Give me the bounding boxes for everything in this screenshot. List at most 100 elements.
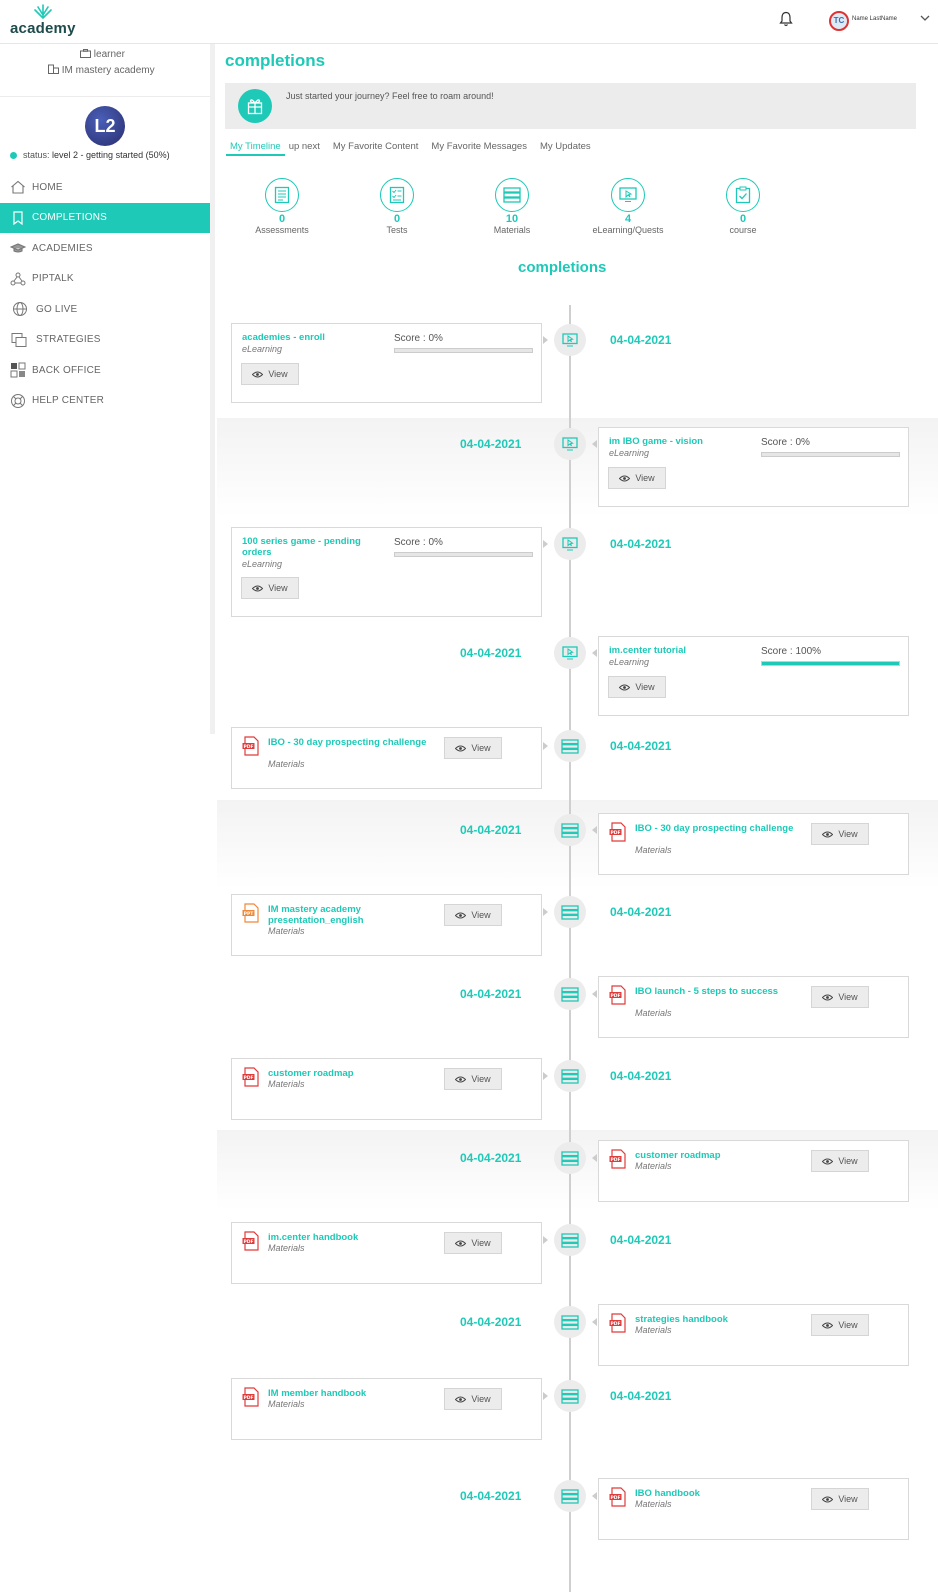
pdf-file-icon: PDF	[242, 736, 259, 756]
view-button[interactable]: View	[608, 676, 666, 698]
academy-logo[interactable]: academy	[10, 3, 76, 39]
timeline-date: 04-04-2021	[610, 333, 672, 347]
sidebar-item-help-center[interactable]: HELP CENTER	[0, 386, 210, 417]
view-button[interactable]: View	[444, 1068, 502, 1090]
stat-elearning-quests[interactable]: 4 eLearning/Quests	[585, 178, 671, 235]
sidebar-item-strategies[interactable]: STRATEGIES	[0, 325, 210, 356]
sidebar: learner IM mastery academy L2 status: le…	[0, 44, 215, 734]
timeline-date: 04-04-2021	[460, 1151, 522, 1165]
material-card: PDF IBO - 30 day prospecting challenge Mat…	[231, 727, 542, 789]
timeline-tabs: My Timeline up next My Favorite Content …	[226, 141, 595, 157]
materials-node	[554, 978, 586, 1010]
view-button[interactable]: View	[811, 1488, 869, 1510]
tab-up-next[interactable]: up next	[285, 141, 324, 156]
card-title[interactable]: 100 series game - pending orders	[242, 536, 382, 558]
eye-icon	[822, 1322, 834, 1328]
elearning-node	[554, 324, 586, 356]
stat-label: course	[729, 225, 757, 235]
view-button[interactable]: View	[241, 363, 299, 385]
material-card: PDF IM member handbook Materials View	[231, 1378, 542, 1440]
card-title[interactable]: customer roadmap	[635, 1150, 805, 1162]
view-button[interactable]: View	[811, 1150, 869, 1172]
server-stack-icon	[561, 1150, 579, 1166]
eye-icon	[619, 475, 631, 481]
card-title[interactable]: im.center handbook	[268, 1232, 438, 1244]
pdf-file-icon: PDF	[609, 1487, 626, 1507]
stat-assessments[interactable]: 0 Assessments	[246, 178, 318, 235]
view-button[interactable]: View	[444, 1232, 502, 1254]
view-button[interactable]: View	[811, 1314, 869, 1336]
materials-node	[554, 1306, 586, 1338]
chevron-down-icon[interactable]	[920, 15, 930, 22]
view-label: View	[838, 1320, 858, 1330]
card-title[interactable]: IM mastery academy presentation_english	[268, 904, 438, 926]
card-pointer	[543, 1072, 548, 1080]
view-button[interactable]: View	[444, 1388, 502, 1410]
elearning-card: im IBO game - vision eLearning Score : 0% V…	[598, 427, 909, 507]
card-title[interactable]: academies - enroll	[242, 332, 382, 344]
tab-my-favorite-content[interactable]: My Favorite Content	[329, 141, 423, 156]
card-title[interactable]: IBO - 30 day prospecting challenge	[635, 823, 805, 835]
sidebar-item-completions[interactable]: COMPLETIONS	[0, 202, 210, 233]
materials-node	[554, 814, 586, 846]
elearning-card: academies - enroll eLearning Score : 0% Vie…	[231, 323, 542, 403]
timeline-date: 04-04-2021	[460, 823, 522, 837]
network-icon	[10, 272, 26, 286]
view-button[interactable]: View	[444, 904, 502, 926]
material-card: PDF im.center handbook Materials View	[231, 1222, 542, 1284]
card-title[interactable]: im.center tutorial	[609, 645, 749, 657]
view-button[interactable]: View	[811, 986, 869, 1008]
sidebar-item-label: COMPLETIONS	[32, 212, 107, 224]
svg-text:PDF: PDF	[610, 993, 620, 999]
elearning-node	[554, 428, 586, 460]
card-title[interactable]: IBO handbook	[635, 1488, 805, 1500]
user-name[interactable]: Name LastName	[852, 16, 897, 22]
view-button[interactable]: View	[444, 737, 502, 759]
tab-my-updates[interactable]: My Updates	[536, 141, 595, 156]
card-title[interactable]: IM member handbook	[268, 1388, 438, 1400]
pdf-file-icon: PDF	[242, 1067, 259, 1087]
card-title[interactable]: strategies handbook	[635, 1314, 805, 1326]
sidebar-item-academies[interactable]: ACADEMIES	[0, 233, 210, 264]
timeline-date: 04-04-2021	[610, 739, 672, 753]
sidebar-item-back-office[interactable]: BACK OFFICE	[0, 355, 210, 386]
view-button[interactable]: View	[608, 467, 666, 489]
stat-materials[interactable]: 10 Materials	[476, 178, 548, 235]
view-label: View	[268, 583, 288, 593]
card-title[interactable]: im IBO game - vision	[609, 436, 749, 448]
server-stack-icon	[495, 178, 529, 212]
bell-icon[interactable]	[779, 11, 793, 27]
sidebar-item-piptalk[interactable]: PIPTALK	[0, 264, 210, 295]
card-title[interactable]: customer roadmap	[268, 1068, 438, 1080]
score-progress-bar	[394, 552, 533, 557]
card-type: eLearning	[609, 448, 650, 458]
card-type: Materials	[635, 845, 672, 855]
materials-node	[554, 1480, 586, 1512]
banner-text: Just started your journey? Feel free to …	[286, 91, 494, 101]
logo-text: academy	[10, 20, 76, 37]
server-stack-icon	[561, 986, 579, 1002]
view-label: View	[471, 1394, 491, 1404]
stat-tests[interactable]: 0 Tests	[361, 178, 433, 235]
tab-my-favorite-messages[interactable]: My Favorite Messages	[427, 141, 531, 156]
stat-count: 0	[393, 213, 401, 225]
tab-my-timeline[interactable]: My Timeline	[226, 141, 285, 156]
card-pointer	[543, 336, 548, 344]
view-button[interactable]: View	[241, 577, 299, 599]
org-text: IM mastery academy	[61, 65, 155, 76]
stat-course[interactable]: 0 course	[707, 178, 779, 235]
elearning-node	[554, 637, 586, 669]
sidebar-item-home[interactable]: HOME	[0, 172, 210, 203]
card-title[interactable]: IBO launch - 5 steps to success	[635, 986, 805, 998]
card-type: Materials	[635, 1499, 672, 1509]
view-button[interactable]: View	[811, 823, 869, 845]
timeline-date: 04-04-2021	[610, 1389, 672, 1403]
view-label: View	[268, 369, 288, 379]
sidebar-item-go-live[interactable]: GO LIVE	[0, 294, 210, 325]
svg-text:PDF: PDF	[243, 744, 253, 750]
leaf-logo-icon	[34, 4, 52, 19]
clipboard-check-icon	[726, 178, 760, 212]
card-title[interactable]: IBO - 30 day prospecting challenge	[268, 737, 438, 749]
user-avatar[interactable]: TC	[829, 11, 849, 31]
view-label: View	[838, 1156, 858, 1166]
